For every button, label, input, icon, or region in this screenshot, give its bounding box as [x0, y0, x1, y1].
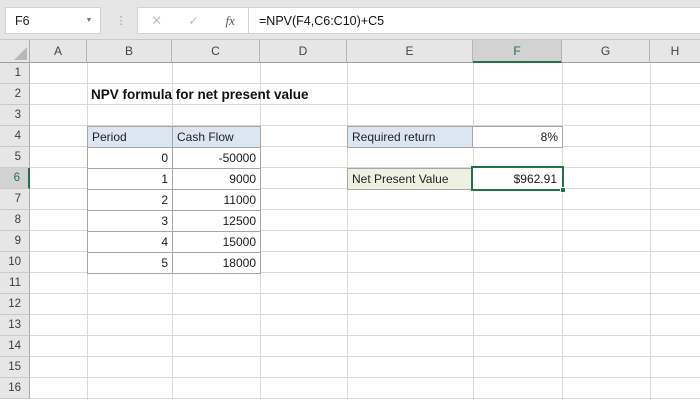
formula-bar-resize-dots-icon: ⋮ [115, 15, 127, 27]
row-header-9[interactable]: 9 [0, 231, 30, 252]
column-header-f-selected[interactable]: F [473, 40, 562, 63]
column-header-c[interactable]: C [172, 40, 260, 63]
cell-C8[interactable]: 12500 [173, 211, 261, 232]
row-header-11[interactable]: 11 [0, 273, 30, 294]
row-header-3[interactable]: 3 [0, 105, 30, 126]
insert-function-icon[interactable]: fx [225, 13, 234, 29]
cell-C6[interactable]: 9000 [173, 169, 261, 190]
cell-B8[interactable]: 3 [88, 211, 173, 232]
cell-B10[interactable]: 5 [88, 253, 173, 274]
row-header-6-selected[interactable]: 6 [0, 168, 30, 189]
gridline [473, 63, 474, 400]
column-header-d[interactable]: D [260, 40, 347, 63]
cell-E6-npv-label[interactable]: Net Present Value [347, 168, 473, 190]
sheet-title-cell[interactable]: NPV formula for net present value [87, 84, 367, 105]
column-header-g[interactable]: G [562, 40, 650, 63]
row-header-10[interactable]: 10 [0, 252, 30, 273]
cell-B5[interactable]: 0 [88, 148, 173, 169]
formula-bar-area: F6 ▼ ⋮ ✕ ✓ fx =NPV(F4,C6:C10)+C5 [0, 0, 700, 40]
cell-F4-required-return-value[interactable]: 8% [472, 126, 563, 148]
row-header-5[interactable]: 5 [0, 147, 30, 168]
formula-text: =NPV(F4,C6:C10)+C5 [259, 13, 385, 28]
row-header-13[interactable]: 13 [0, 315, 30, 336]
row-header-14[interactable]: 14 [0, 336, 30, 357]
cell-B7[interactable]: 2 [88, 190, 173, 211]
cell-C5[interactable]: -50000 [173, 148, 261, 169]
select-all-triangle-icon [14, 47, 27, 60]
cell-E4-required-return-label[interactable]: Required return [347, 126, 473, 148]
column-header-a[interactable]: A [30, 40, 87, 63]
fill-handle[interactable] [560, 187, 566, 193]
row-header-16[interactable]: 16 [0, 378, 30, 399]
formula-input[interactable]: =NPV(F4,C6:C10)+C5 [249, 7, 700, 34]
row-header-8[interactable]: 8 [0, 210, 30, 231]
gridline [650, 63, 651, 400]
enter-icon[interactable]: ✓ [188, 13, 199, 29]
row-header-2[interactable]: 2 [0, 84, 30, 105]
column-header-e[interactable]: E [347, 40, 473, 63]
cell-B6[interactable]: 1 [88, 169, 173, 190]
cell-C10[interactable]: 18000 [173, 253, 261, 274]
row-header-1[interactable]: 1 [0, 63, 30, 84]
cancel-icon[interactable]: ✕ [151, 13, 162, 29]
row-header-7[interactable]: 7 [0, 189, 30, 210]
cashflow-table: Period Cash Flow 0 -50000 1 9000 2 11000… [87, 126, 261, 274]
select-all-button[interactable] [0, 40, 30, 63]
cell-C9[interactable]: 15000 [173, 232, 261, 253]
row-header-12[interactable]: 12 [0, 294, 30, 315]
row-header-4[interactable]: 4 [0, 126, 30, 147]
column-header-h[interactable]: H [650, 40, 700, 63]
spreadsheet-grid: A B C D E F G H 1 2 3 4 5 6 7 8 9 10 11 … [0, 40, 700, 400]
npv-value-text: $962.91 [513, 171, 557, 186]
cell-B9[interactable]: 4 [88, 232, 173, 253]
row-header-15[interactable]: 15 [0, 357, 30, 378]
gridline [562, 63, 563, 400]
row-header-strip: 1 2 3 4 5 6 7 8 9 10 11 12 13 14 15 16 [0, 63, 30, 399]
gridline [347, 63, 348, 400]
column-header-b[interactable]: B [87, 40, 172, 63]
chevron-down-icon[interactable]: ▼ [78, 17, 100, 24]
formula-buttons: ✕ ✓ fx [137, 7, 249, 34]
name-box-value: F6 [15, 13, 30, 28]
name-box[interactable]: F6 ▼ [5, 7, 101, 34]
cell-C7[interactable]: 11000 [173, 190, 261, 211]
cell-F6-npv-value-selected[interactable]: $962.91 [471, 166, 566, 193]
cell-C4-cashflow-header[interactable]: Cash Flow [173, 127, 261, 148]
cell-B4-period-header[interactable]: Period [88, 127, 173, 148]
